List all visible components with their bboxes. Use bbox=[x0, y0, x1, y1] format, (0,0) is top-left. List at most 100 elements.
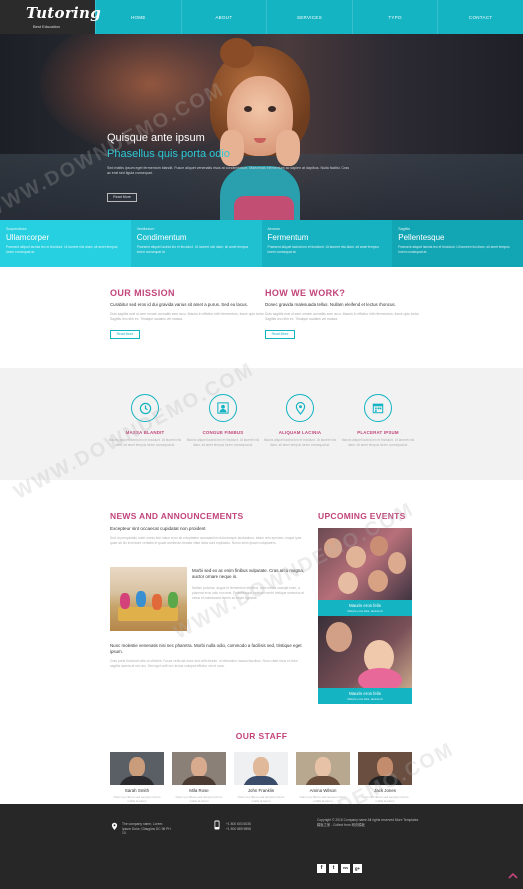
event-date: Mauris eros felis, lacinia id bbox=[347, 609, 383, 613]
hero-slider: Quisque ante ipsum Phasellus quis porta … bbox=[0, 34, 523, 220]
event-card[interactable]: Mauris eros felis Mauris eros felis, lac… bbox=[318, 528, 412, 616]
news-text: Sed ut perspiciatis unde omnis iste natu… bbox=[110, 536, 302, 545]
feature-ullamcorper[interactable]: Suspendisse Ullamcorper Praesent aliquet… bbox=[0, 220, 131, 267]
staff-photo bbox=[296, 752, 350, 785]
event-face bbox=[338, 572, 358, 594]
staff-text: Nunc nec libero sed tempus rutrum mollis… bbox=[237, 795, 285, 804]
girl-hand-right bbox=[276, 130, 300, 166]
nav-contact[interactable]: CONTACT bbox=[437, 0, 523, 34]
our-mission-text: Duis sagittis erat ut sem ornare convall… bbox=[110, 312, 265, 321]
feature-pellentesque[interactable]: Sagittis Pellentesque Praesent aliquet l… bbox=[392, 220, 523, 267]
event-card[interactable]: Mauris eros felis Mauris eros felis, lac… bbox=[318, 616, 412, 704]
event-face bbox=[388, 552, 406, 574]
google-plus-icon[interactable]: g+ bbox=[353, 864, 362, 873]
service-text: Mauris aliquet lacinia leo et tincidunt.… bbox=[341, 438, 415, 447]
hero-read-more-button[interactable]: Read More bbox=[107, 193, 137, 202]
upcoming-events-title: UPCOMING EVENTS bbox=[318, 511, 406, 521]
staff-shoulders bbox=[367, 776, 403, 785]
feature-small: Aenean bbox=[267, 227, 280, 231]
map-marker-icon bbox=[286, 394, 314, 422]
services-band: MASSA BLANDIT Mauris aliquet lacinia leo… bbox=[0, 368, 523, 480]
staff-head bbox=[191, 757, 207, 777]
girl-eye-left bbox=[244, 106, 252, 112]
service-massa-blandit[interactable]: MASSA BLANDIT Mauris aliquet lacinia leo… bbox=[108, 394, 182, 447]
feature-small: Sagittis bbox=[398, 227, 411, 231]
logo-title: Tutoring bbox=[26, 4, 102, 22]
footer-phone: +1 800 603 6035 +1 800 889 9898 bbox=[226, 822, 251, 831]
how-we-work-text: Duis sagittis erat ut sem ornare convall… bbox=[265, 312, 420, 321]
event-face bbox=[346, 546, 366, 568]
nav-home[interactable]: HOME bbox=[95, 0, 181, 34]
staff-text: Nunc nec libero sed tempus rutrum mollis… bbox=[113, 795, 161, 804]
staff-photo bbox=[234, 752, 288, 785]
hero-title: Quisque ante ipsum bbox=[107, 132, 205, 144]
site-footer: The company name, Lorem Ipsum Dolor, Gla… bbox=[0, 804, 523, 889]
phone-icon bbox=[214, 820, 220, 832]
staff-shoulders bbox=[305, 776, 341, 785]
staff-name: Mila Rose bbox=[189, 788, 209, 793]
classroom-child bbox=[152, 594, 162, 610]
nav-services[interactable]: SERVICES bbox=[266, 0, 352, 34]
staff-name: Amina Wilson bbox=[309, 788, 337, 793]
service-congue-finibus[interactable]: CONGUE FINIBUS Mauris aliquet lacinia le… bbox=[186, 394, 260, 447]
feature-text: Praesent aliquet lacinia leo et tincidun… bbox=[398, 245, 510, 254]
service-title: ALIQUAM LACINIA bbox=[278, 430, 322, 435]
facebook-icon[interactable]: f bbox=[317, 864, 326, 873]
event-photo bbox=[318, 528, 412, 600]
feature-text: Praesent aliquet lacinia leo et tincidun… bbox=[136, 245, 249, 254]
how-we-work-title: HOW WE WORK? bbox=[265, 288, 346, 298]
girl-eye-right bbox=[268, 106, 276, 112]
staff-member[interactable]: John Franklin Nunc nec libero sed tempus… bbox=[234, 752, 288, 803]
staff-photo bbox=[172, 752, 226, 785]
our-mission-read-more-button[interactable]: Read More bbox=[110, 330, 140, 339]
staff-head bbox=[315, 757, 331, 777]
classroom-photo bbox=[110, 567, 187, 631]
service-title: MASSA BLANDIT bbox=[125, 430, 165, 435]
how-we-work-section: HOW WE WORK? Donec gravida malesuada tel… bbox=[265, 288, 420, 340]
classroom-child bbox=[136, 591, 146, 607]
user-icon bbox=[209, 394, 237, 422]
logo[interactable]: Tutoring Best Education bbox=[0, 0, 101, 34]
how-we-work-read-more-button[interactable]: Read More bbox=[265, 330, 295, 339]
staff-member[interactable]: Mila Rose Nunc nec libero sed tempus rut… bbox=[172, 752, 226, 803]
our-mission-section: OUR MISSION Curabitur sed eros id dui gr… bbox=[110, 288, 265, 340]
rss-icon[interactable]: rss bbox=[341, 864, 350, 873]
girl-hair-bun bbox=[220, 38, 254, 68]
feature-title: Pellentesque bbox=[398, 233, 445, 242]
feature-band: Suspendisse Ullamcorper Praesent aliquet… bbox=[0, 220, 523, 267]
event-caption: Mauris eros felis Mauris eros felis, lac… bbox=[318, 600, 412, 616]
event-face bbox=[324, 538, 342, 558]
service-title: CONGUE FINIBUS bbox=[202, 430, 244, 435]
nav-typo[interactable]: TYPO bbox=[351, 0, 438, 34]
our-mission-title: OUR MISSION bbox=[110, 288, 175, 298]
event-date: Mauris eros felis, lacinia id bbox=[347, 697, 383, 701]
staff-shoulders bbox=[243, 776, 279, 785]
twitter-icon[interactable]: t bbox=[329, 864, 338, 873]
service-placerat-ipsum[interactable]: PLACERAT IPSUM Mauris aliquet lacinia le… bbox=[341, 394, 415, 447]
feature-condimentum[interactable]: Vestibulum Condimentum Praesent aliquet … bbox=[130, 220, 262, 267]
girl-skirt bbox=[234, 196, 294, 220]
event-photo bbox=[318, 616, 412, 692]
scroll-to-top-icon[interactable] bbox=[508, 872, 518, 881]
event-face bbox=[326, 622, 352, 652]
staff-photo bbox=[110, 752, 164, 785]
news-bottom-lead: Nunc molestie venenatis nisi nec pharetr… bbox=[110, 643, 302, 654]
feature-title: Ullamcorper bbox=[6, 233, 50, 242]
service-aliquam-lacinia[interactable]: ALIQUAM LACINIA Mauris aliquet lacinia l… bbox=[263, 394, 337, 447]
staff-name: Sarah Smith bbox=[124, 788, 150, 793]
staff-member[interactable]: Jack Jones Nunc nec libero sed tempus ru… bbox=[358, 752, 412, 803]
our-mission-lead: Curabitur sed eros id dui gravida varius… bbox=[110, 302, 248, 307]
service-text: Mauris aliquet lacinia leo et tincidunt.… bbox=[108, 438, 182, 447]
main-nav: HOME ABOUT SERVICES TYPO CONTACT bbox=[95, 0, 523, 34]
staff-head bbox=[377, 757, 393, 777]
staff-shoulders bbox=[119, 776, 155, 785]
staff-head bbox=[253, 757, 269, 777]
service-text: Mauris aliquet lacinia leo et tincidunt.… bbox=[186, 438, 260, 447]
staff-member[interactable]: Sarah Smith Nunc nec libero sed tempus r… bbox=[110, 752, 164, 803]
staff-member[interactable]: Amina Wilson Nunc nec libero sed tempus … bbox=[296, 752, 350, 803]
feature-text: Praesent aliquet lacinia leo et tincidun… bbox=[267, 245, 379, 254]
feature-fermentum[interactable]: Aenean Fermentum Praesent aliquet lacini… bbox=[261, 220, 393, 267]
our-staff-title: OUR STAFF bbox=[235, 731, 288, 741]
classroom-table bbox=[118, 607, 178, 621]
nav-about[interactable]: ABOUT bbox=[180, 0, 267, 34]
